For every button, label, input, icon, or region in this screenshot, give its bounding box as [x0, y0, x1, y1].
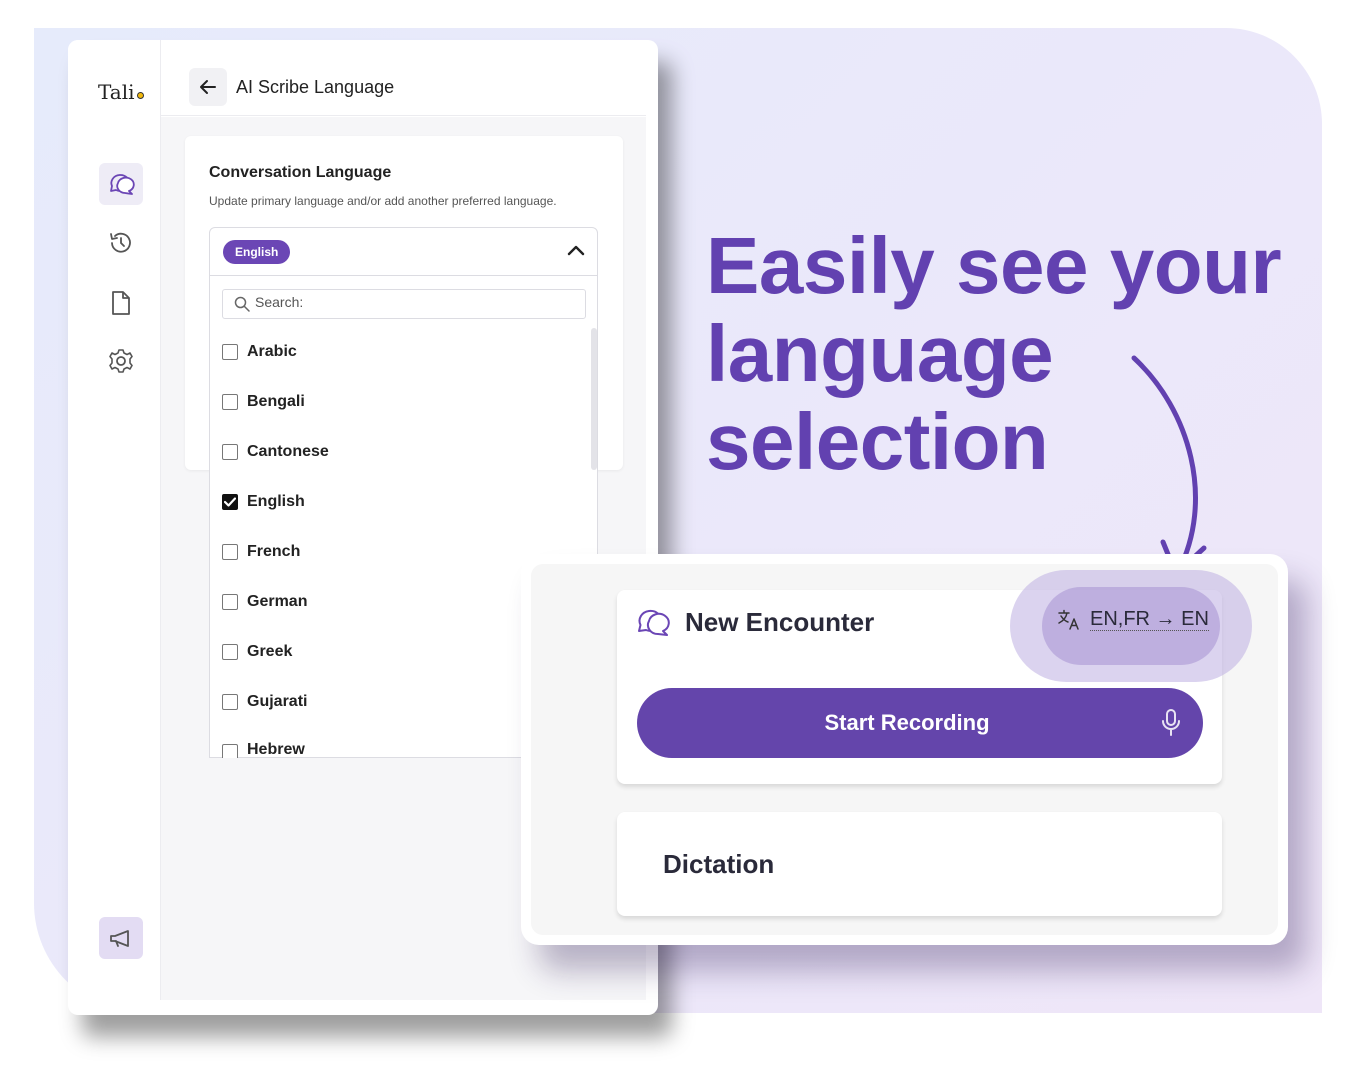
dropdown-header[interactable]: English	[210, 228, 597, 276]
logo-text: Tali	[98, 80, 135, 104]
checkbox[interactable]	[222, 594, 238, 610]
headline-line-1: Easily see your	[706, 221, 1282, 310]
chat-icon	[110, 174, 135, 195]
history-icon	[110, 232, 131, 253]
checkbox[interactable]	[222, 544, 238, 560]
encounter-title: New Encounter	[685, 606, 875, 637]
sidebar-item-history[interactable]	[99, 222, 143, 264]
document-icon	[112, 291, 130, 315]
dictation-label: Dictation	[663, 849, 775, 879]
option-label: Gujarati	[247, 693, 308, 710]
language-option[interactable]: Gujarati	[222, 691, 307, 713]
chevron-up-icon[interactable]	[567, 244, 585, 256]
logo-dot-icon	[136, 91, 144, 99]
checkbox[interactable]	[222, 744, 238, 758]
option-label: Bengali	[247, 393, 305, 410]
megaphone-icon	[110, 930, 129, 947]
sidebar-rail: Tali	[68, 40, 161, 1000]
search-field[interactable]	[222, 289, 586, 319]
checkbox[interactable]	[222, 344, 238, 360]
language-option[interactable]: French	[222, 541, 300, 563]
checkbox[interactable]	[222, 644, 238, 660]
chat-icon	[638, 609, 670, 636]
logo: Tali	[98, 80, 144, 104]
checkbox[interactable]	[222, 694, 238, 710]
language-indicator[interactable]: EN,FR → EN	[1057, 608, 1209, 631]
encounter-panel: New Encounter EN,FR → EN Start Recording…	[521, 554, 1288, 945]
search-input[interactable]	[255, 294, 575, 310]
language-option[interactable]: Bengali	[222, 391, 305, 413]
language-option[interactable]: German	[222, 591, 307, 613]
language-indicator-text: EN,FR → EN	[1090, 608, 1209, 631]
language-option[interactable]: Cantonese	[222, 441, 329, 463]
search-icon	[234, 296, 250, 312]
new-encounter-card: New Encounter EN,FR → EN Start Recording	[617, 570, 1252, 784]
language-option[interactable]: Arabic	[222, 341, 297, 363]
start-recording-button[interactable]: Start Recording	[637, 688, 1203, 758]
option-label: English	[247, 493, 305, 510]
check-icon	[224, 497, 236, 507]
option-label: Hebrew	[247, 741, 305, 758]
selected-language-pill[interactable]: English	[223, 240, 291, 264]
back-button[interactable]	[189, 68, 227, 106]
start-recording-label: Start Recording	[824, 710, 990, 735]
microphone-icon	[1162, 709, 1180, 736]
scrollbar[interactable]	[591, 328, 597, 470]
encounter-title-row: New Encounter	[635, 606, 874, 638]
card-title: Conversation Language	[209, 164, 392, 181]
checkbox[interactable]	[222, 394, 238, 410]
dictation-card[interactable]: Dictation	[617, 812, 1222, 916]
checkbox-checked[interactable]	[222, 494, 238, 510]
curved-arrow-icon	[1131, 355, 1207, 577]
translate-icon	[1058, 609, 1079, 630]
encounter-inner: New Encounter EN,FR → EN Start Recording…	[531, 564, 1278, 935]
option-label: French	[247, 543, 301, 560]
sidebar-item-encounters[interactable]	[99, 163, 143, 205]
language-option[interactable]: English	[222, 491, 305, 513]
language-option[interactable]: Greek	[222, 641, 292, 663]
sidebar-item-announcements[interactable]	[99, 917, 143, 959]
option-label: Cantonese	[247, 443, 329, 460]
option-label: Arabic	[247, 343, 297, 360]
checkbox[interactable]	[222, 444, 238, 460]
sidebar-item-documents[interactable]	[99, 282, 143, 324]
language-option[interactable]: Hebrew	[222, 741, 305, 758]
card-subtitle: Update primary language and/or add anoth…	[209, 194, 557, 208]
sidebar-item-settings[interactable]	[99, 340, 143, 382]
option-label: German	[247, 593, 308, 610]
page-header: AI Scribe Language	[161, 40, 646, 116]
settings-icon	[109, 349, 133, 373]
arrow-left-icon	[200, 80, 216, 94]
option-label: Greek	[247, 643, 293, 660]
page-title: AI Scribe Language	[236, 77, 395, 97]
